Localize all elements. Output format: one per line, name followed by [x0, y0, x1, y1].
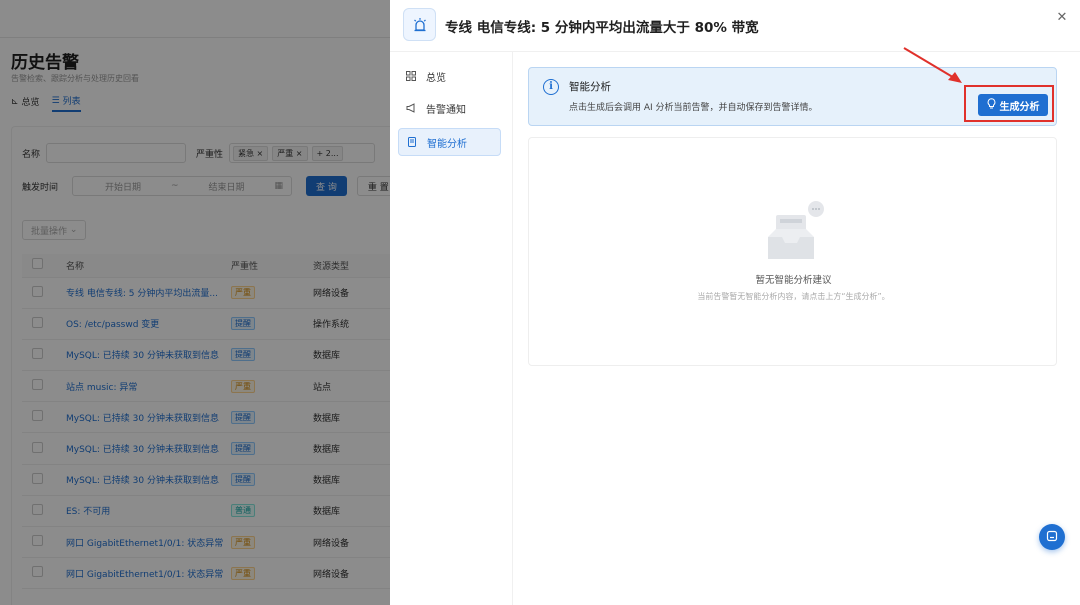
info-title: 智能分析: [569, 81, 611, 93]
annotation-arrow: [903, 47, 962, 83]
alarm-icon: [403, 8, 436, 41]
grid-icon: [406, 71, 416, 81]
close-icon[interactable]: ✕: [1054, 10, 1070, 26]
drawer-nav: 总览 告警通知 智能分析: [390, 52, 513, 605]
analysis-empty-panel: 暂无智能分析建议 当前告警暂无智能分析内容，请点击上方“生成分析”。: [528, 137, 1057, 366]
nav-item-label: 智能分析: [427, 138, 467, 150]
nav-item-ai-analysis[interactable]: 智能分析: [398, 128, 501, 156]
nav-item-notifications[interactable]: 告警通知: [398, 94, 501, 122]
nav-item-label: 告警通知: [426, 104, 466, 116]
megaphone-icon: [406, 103, 416, 113]
nav-item-label: 总览: [426, 72, 446, 84]
assistant-fab-button[interactable]: [1039, 524, 1065, 550]
empty-description: 当前告警暂无智能分析内容，请点击上方“生成分析”。: [697, 292, 890, 301]
lightbulb-icon: [987, 98, 996, 112]
generate-analysis-label: 生成分析: [999, 101, 1040, 113]
drawer-header: 专线 电信专线: 5 分钟内平均出流量大于 80% 带宽 ✕: [390, 0, 1080, 52]
document-icon: [407, 137, 417, 147]
info-text: 点击生成后会调用 AI 分析当前告警，并自动保存到告警详情。: [569, 103, 818, 113]
robot-icon: [1046, 530, 1058, 545]
alert-detail-drawer: 专线 电信专线: 5 分钟内平均出流量大于 80% 带宽 ✕ 总览 告警通知 智…: [390, 0, 1080, 605]
empty-inbox-icon: [766, 201, 826, 266]
empty-title: 暂无智能分析建议: [755, 275, 832, 286]
info-icon: i: [543, 79, 559, 95]
drawer-title: 专线 电信专线: 5 分钟内平均出流量大于 80% 带宽: [445, 20, 759, 36]
nav-item-overview[interactable]: 总览: [398, 62, 501, 90]
generate-analysis-button[interactable]: 生成分析: [978, 94, 1048, 116]
